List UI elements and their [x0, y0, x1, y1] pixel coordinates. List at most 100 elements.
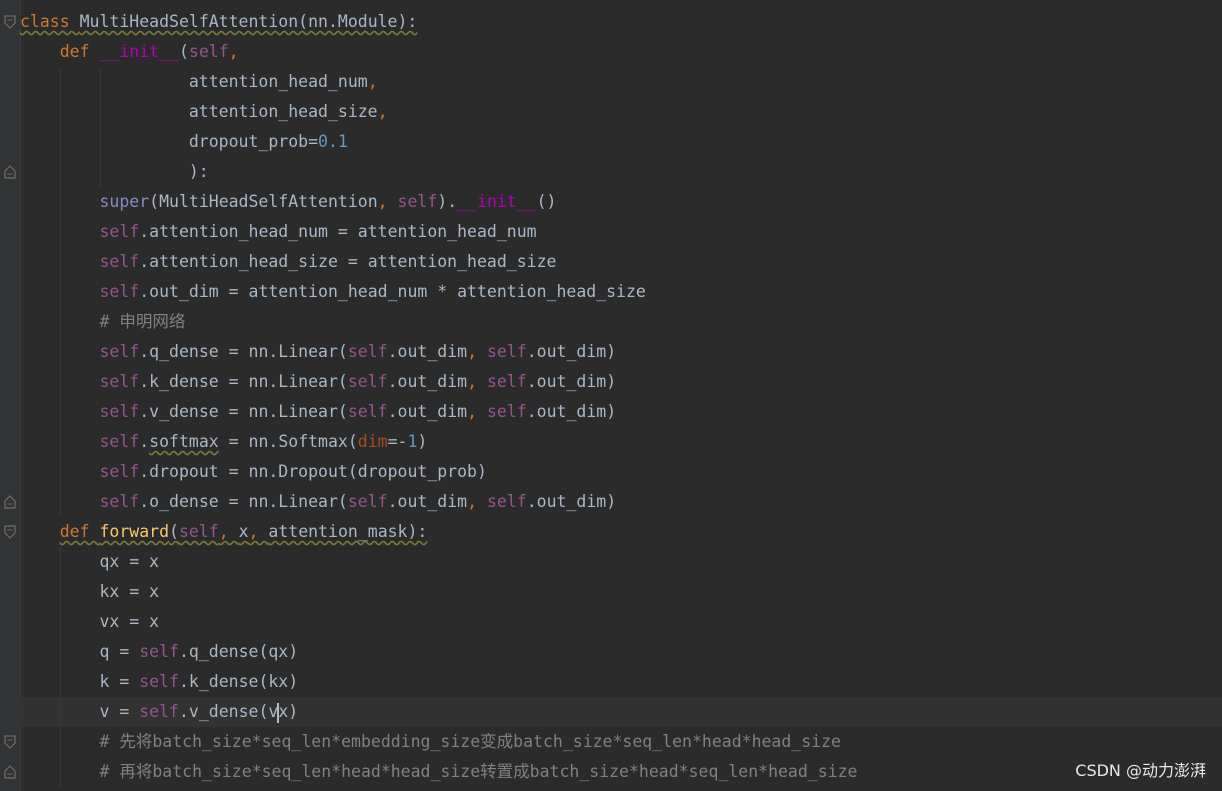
- code-token: attention_head_size: [20, 102, 378, 121]
- code-line[interactable]: # 申明网络: [20, 307, 1222, 337]
- code-line[interactable]: def __init__(self,: [20, 37, 1222, 67]
- code-token: ,: [228, 42, 239, 61]
- code-token: def: [59, 42, 100, 61]
- code-token: v =: [20, 702, 140, 721]
- indent-guide: [60, 217, 61, 247]
- code-token: kx = x: [20, 582, 160, 601]
- indent-guide: [60, 247, 61, 277]
- fold-open-icon[interactable]: [4, 735, 16, 749]
- code-token: __init__: [457, 192, 537, 211]
- code-line[interactable]: self.k_dense = nn.Linear(self.out_dim, s…: [20, 367, 1222, 397]
- code-line[interactable]: # 先将batch_size*seq_len*embedding_size变成b…: [20, 727, 1222, 757]
- editor-gutter: [0, 0, 21, 791]
- code-token: self: [99, 222, 140, 241]
- indent-guide: [100, 157, 101, 187]
- code-line[interactable]: dropout_prob=0.1: [20, 127, 1222, 157]
- code-token: .k_dense = nn.Linear(: [139, 372, 348, 391]
- code-token: .out_dim): [526, 492, 617, 511]
- code-token: 0.1: [318, 132, 348, 151]
- code-line[interactable]: class MultiHeadSelfAttention(nn.Module):: [20, 7, 1222, 37]
- code-token: .out_dim): [526, 402, 617, 421]
- code-token: attention_head_num: [20, 72, 368, 91]
- code-token: self: [486, 492, 527, 511]
- indent-guide: [60, 427, 61, 457]
- code-token: self: [178, 522, 219, 541]
- code-token: dropout_prob=: [20, 132, 319, 151]
- code-line[interactable]: kx = x: [20, 577, 1222, 607]
- code-token: ,: [367, 72, 378, 91]
- code-token: ,: [377, 192, 398, 211]
- code-token: .out_dim): [526, 372, 617, 391]
- code-token: self: [347, 402, 388, 421]
- code-token: x: [238, 522, 249, 541]
- code-line[interactable]: def forward(self, x, attention_mask):: [20, 517, 1222, 547]
- code-line[interactable]: self.attention_head_num = attention_head…: [20, 217, 1222, 247]
- code-token: ,: [248, 522, 269, 541]
- code-line[interactable]: self.attention_head_size = attention_hea…: [20, 247, 1222, 277]
- code-token: self: [99, 342, 140, 361]
- fold-end-icon[interactable]: [4, 765, 16, 779]
- code-line[interactable]: self.o_dense = nn.Linear(self.out_dim, s…: [20, 487, 1222, 517]
- code-token: ).: [437, 192, 458, 211]
- indent-guide: [100, 67, 101, 97]
- code-line[interactable]: self.out_dim = attention_head_num * atte…: [20, 277, 1222, 307]
- code-line[interactable]: self.softmax = nn.Softmax(dim=-1): [20, 427, 1222, 457]
- code-editor[interactable]: class MultiHeadSelfAttention(nn.Module):…: [0, 0, 1222, 791]
- indent-guide: [60, 487, 61, 517]
- indent-guide: [60, 697, 61, 727]
- code-token: self: [188, 42, 229, 61]
- code-token: .v_dense(v: [178, 702, 279, 721]
- code-line[interactable]: self.q_dense = nn.Linear(self.out_dim, s…: [20, 337, 1222, 367]
- code-token: self: [347, 372, 388, 391]
- code-line[interactable]: attention_head_size,: [20, 97, 1222, 127]
- code-token: ): [417, 432, 428, 451]
- indent-guide: [60, 397, 61, 427]
- indent-guide: [60, 277, 61, 307]
- code-token: = nn.Softmax(: [218, 432, 358, 451]
- code-line[interactable]: q = self.q_dense(qx): [20, 637, 1222, 667]
- code-token: self: [139, 642, 179, 661]
- code-token: __init__: [99, 42, 179, 61]
- fold-open-icon[interactable]: [4, 15, 16, 29]
- indent-guide: [60, 127, 61, 157]
- code-line[interactable]: vx = x: [20, 607, 1222, 637]
- watermark: CSDN @动力澎湃: [1075, 761, 1206, 780]
- code-line[interactable]: self.dropout = nn.Dropout(dropout_prob): [20, 457, 1222, 487]
- fold-end-icon[interactable]: [4, 165, 16, 179]
- code-line[interactable]: attention_head_num,: [20, 67, 1222, 97]
- fold-end-icon[interactable]: [4, 495, 16, 509]
- indent-guide: [60, 457, 61, 487]
- code-token: self: [486, 402, 527, 421]
- fold-open-icon[interactable]: [4, 525, 16, 539]
- code-line[interactable]: qx = x: [20, 547, 1222, 577]
- code-token: self: [99, 372, 140, 391]
- code-token: ,: [467, 492, 487, 511]
- code-lines[interactable]: class MultiHeadSelfAttention(nn.Module):…: [20, 7, 1222, 787]
- code-token: self: [99, 402, 140, 421]
- code-token: =-: [387, 432, 408, 451]
- code-token: .dropout = nn.Dropout(dropout_prob): [139, 462, 487, 481]
- code-line[interactable]: ):: [20, 157, 1222, 187]
- code-line[interactable]: v = self.v_dense(vx): [20, 697, 1222, 727]
- code-token: self: [486, 342, 527, 361]
- code-token: k =: [20, 672, 140, 691]
- code-token: (: [169, 522, 179, 541]
- indent-guide: [60, 307, 61, 337]
- code-token: (): [536, 192, 557, 211]
- code-token: self: [99, 492, 140, 511]
- code-token: attention_mask):: [268, 522, 428, 541]
- code-token: .q_dense = nn.Linear(: [139, 342, 348, 361]
- indent-guide: [100, 127, 101, 157]
- code-token: .out_dim: [387, 492, 468, 511]
- code-token: 1: [407, 432, 418, 451]
- code-line[interactable]: # 再将batch_size*seq_len*head*head_size转置成…: [20, 757, 1222, 787]
- code-line[interactable]: super(MultiHeadSelfAttention, self).__in…: [20, 187, 1222, 217]
- code-line[interactable]: self.v_dense = nn.Linear(self.out_dim, s…: [20, 397, 1222, 427]
- indent-guide: [60, 667, 61, 697]
- code-token: .attention_head_size = attention_head_si…: [139, 252, 557, 271]
- code-line[interactable]: k = self.k_dense(kx): [20, 667, 1222, 697]
- code-token: self: [397, 192, 438, 211]
- code-token: x): [278, 702, 299, 721]
